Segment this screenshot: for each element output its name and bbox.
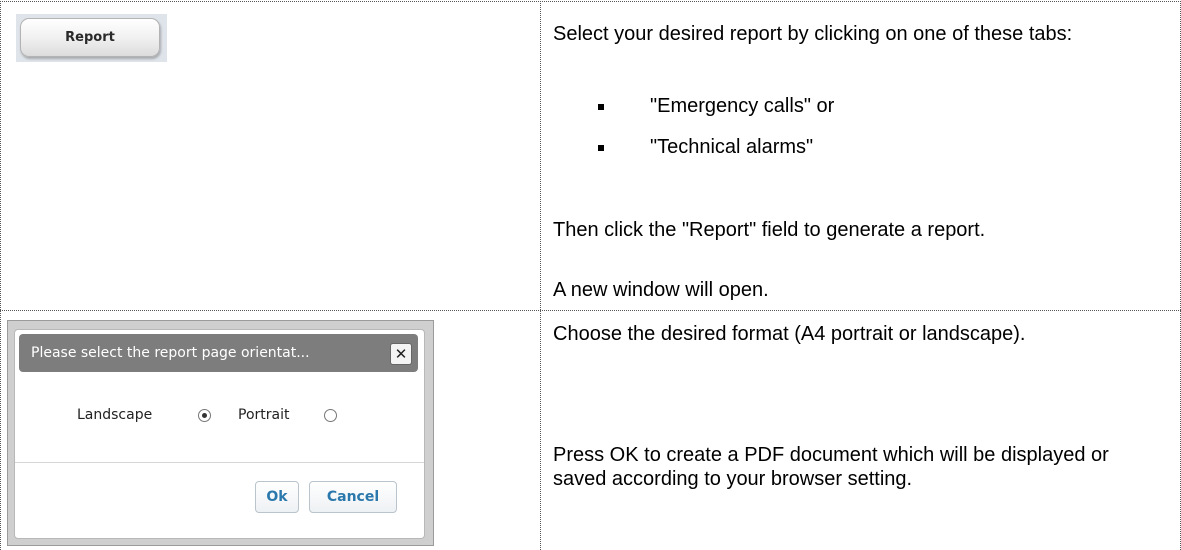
report-button-screenshot: Report (16, 14, 167, 62)
bullet-emergency-calls: "Emergency calls" or (650, 95, 835, 117)
close-icon[interactable]: ✕ (390, 343, 412, 365)
table-row-divider (0, 310, 1181, 311)
instruction-text: Then click the "Report" field to generat… (553, 219, 986, 241)
bullet-technical-alarms: "Technical alarms" (650, 136, 814, 158)
dialog-title-bar: Please select the report page orientat..… (19, 334, 418, 372)
portrait-radio[interactable] (324, 409, 337, 422)
dialog-divider (15, 462, 424, 463)
orientation-dialog-screenshot: Please select the report page orientat..… (7, 320, 434, 546)
report-button[interactable]: Report (20, 18, 160, 57)
table-column-divider (540, 1, 541, 550)
ok-button[interactable]: Ok (255, 481, 299, 513)
landscape-radio[interactable] (198, 409, 211, 422)
orientation-dialog: Please select the report page orientat..… (14, 329, 425, 539)
table-top-border (0, 1, 1181, 2)
format-text: Choose the desired format (A4 portrait o… (553, 323, 1026, 345)
table-left-border (0, 1, 1, 550)
pdf-text: Press OK to create a PDF document which … (553, 444, 1109, 490)
result-text: A new window will open. (553, 279, 769, 301)
intro-text: Select your desired report by clicking o… (553, 23, 1073, 45)
landscape-label: Landscape (77, 407, 153, 423)
portrait-label: Portrait (238, 407, 290, 423)
cancel-button[interactable]: Cancel (309, 481, 397, 513)
dialog-title: Please select the report page orientat..… (31, 345, 310, 361)
